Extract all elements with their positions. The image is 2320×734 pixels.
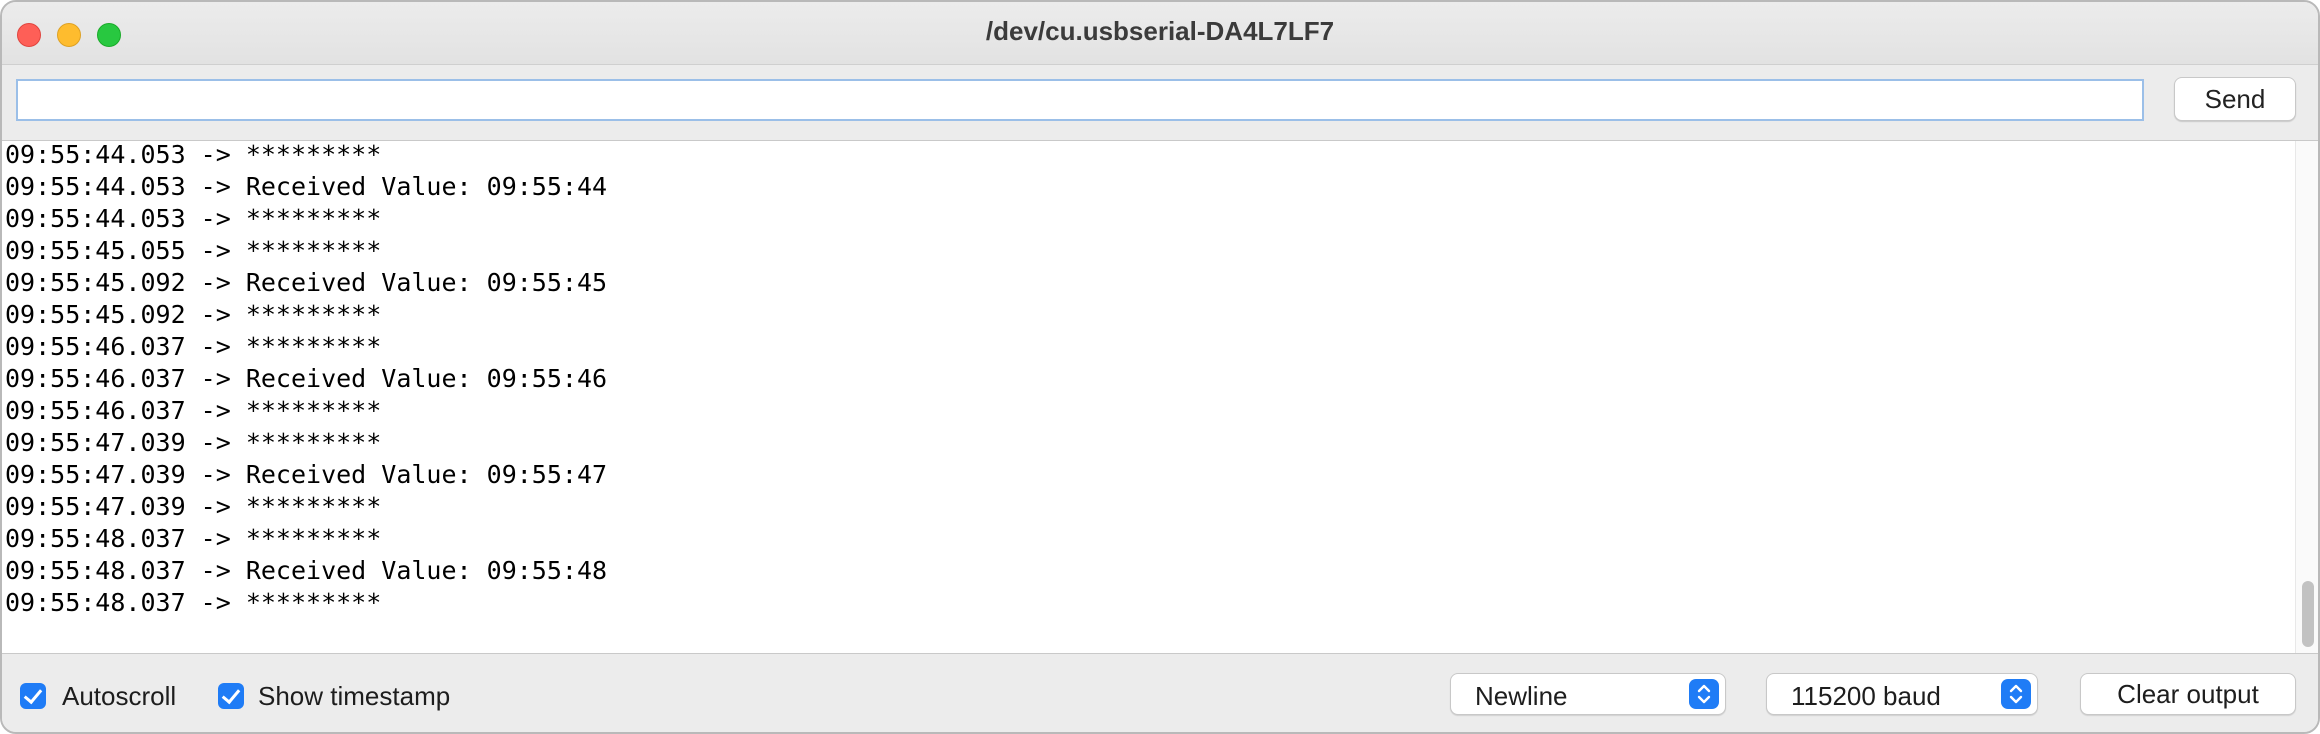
show-timestamp-checkbox[interactable] <box>218 683 244 709</box>
log-line: 09:55:45.055 -> ********* <box>5 236 382 265</box>
log-line: 09:55:48.037 -> Received Value: 09:55:48 <box>5 556 608 585</box>
autoscroll-checkbox[interactable] <box>20 683 46 709</box>
chevron-up-down-icon <box>1689 679 1719 709</box>
baud-rate-select[interactable]: 115200 baud <box>1766 673 2038 715</box>
send-row: Send <box>2 65 2318 140</box>
log-line: 09:55:48.037 -> ********* <box>5 588 382 617</box>
log-list: 09:55:44.053 -> ********* 09:55:44.053 ->… <box>5 141 607 619</box>
autoscroll-label[interactable]: Autoscroll <box>62 681 176 712</box>
bottom-toolbar: Autoscroll Show timestamp Newline 115200… <box>2 654 2318 732</box>
scrollbar-thumb[interactable] <box>2302 581 2314 647</box>
log-line: 09:55:44.053 -> ********* <box>5 204 382 233</box>
log-line: 09:55:47.039 -> ********* <box>5 428 382 457</box>
serial-input-field[interactable] <box>16 79 2144 121</box>
line-ending-value: Newline <box>1475 681 1568 711</box>
chevron-up-down-icon <box>2001 679 2031 709</box>
baud-rate-value: 115200 baud <box>1791 681 1941 711</box>
serial-monitor-window: esp32_rcoo: BLE | Arduino 1.8.15 /dev/cu… <box>0 0 2320 734</box>
log-line: 09:55:46.037 -> Received Value: 09:55:46 <box>5 364 608 393</box>
log-line: 09:55:47.039 -> ********* <box>5 492 382 521</box>
title-bar[interactable]: /dev/cu.usbserial-DA4L7LF7 <box>2 2 2318 65</box>
log-line: 09:55:45.092 -> Received Value: 09:55:45 <box>5 268 608 297</box>
send-button[interactable]: Send <box>2174 77 2296 121</box>
log-line: 09:55:44.053 -> ********* <box>5 140 382 169</box>
log-line: 09:55:46.037 -> ********* <box>5 396 382 425</box>
line-ending-select[interactable]: Newline <box>1450 673 1726 715</box>
clear-output-button[interactable]: Clear output <box>2080 673 2296 715</box>
log-line: 09:55:46.037 -> ********* <box>5 332 382 361</box>
log-line: 09:55:47.039 -> Received Value: 09:55:47 <box>5 460 608 489</box>
log-line: 09:55:48.037 -> ********* <box>5 524 382 553</box>
window-title: /dev/cu.usbserial-DA4L7LF7 <box>985 16 1335 46</box>
show-timestamp-label[interactable]: Show timestamp <box>258 681 450 712</box>
log-line: 09:55:44.053 -> Received Value: 09:55:44 <box>5 172 608 201</box>
log-line: 09:55:45.092 -> ********* <box>5 300 382 329</box>
serial-output-area[interactable]: 09:55:44.053 -> ********* 09:55:44.053 ->… <box>2 140 2318 654</box>
vertical-scrollbar[interactable] <box>2295 141 2318 653</box>
